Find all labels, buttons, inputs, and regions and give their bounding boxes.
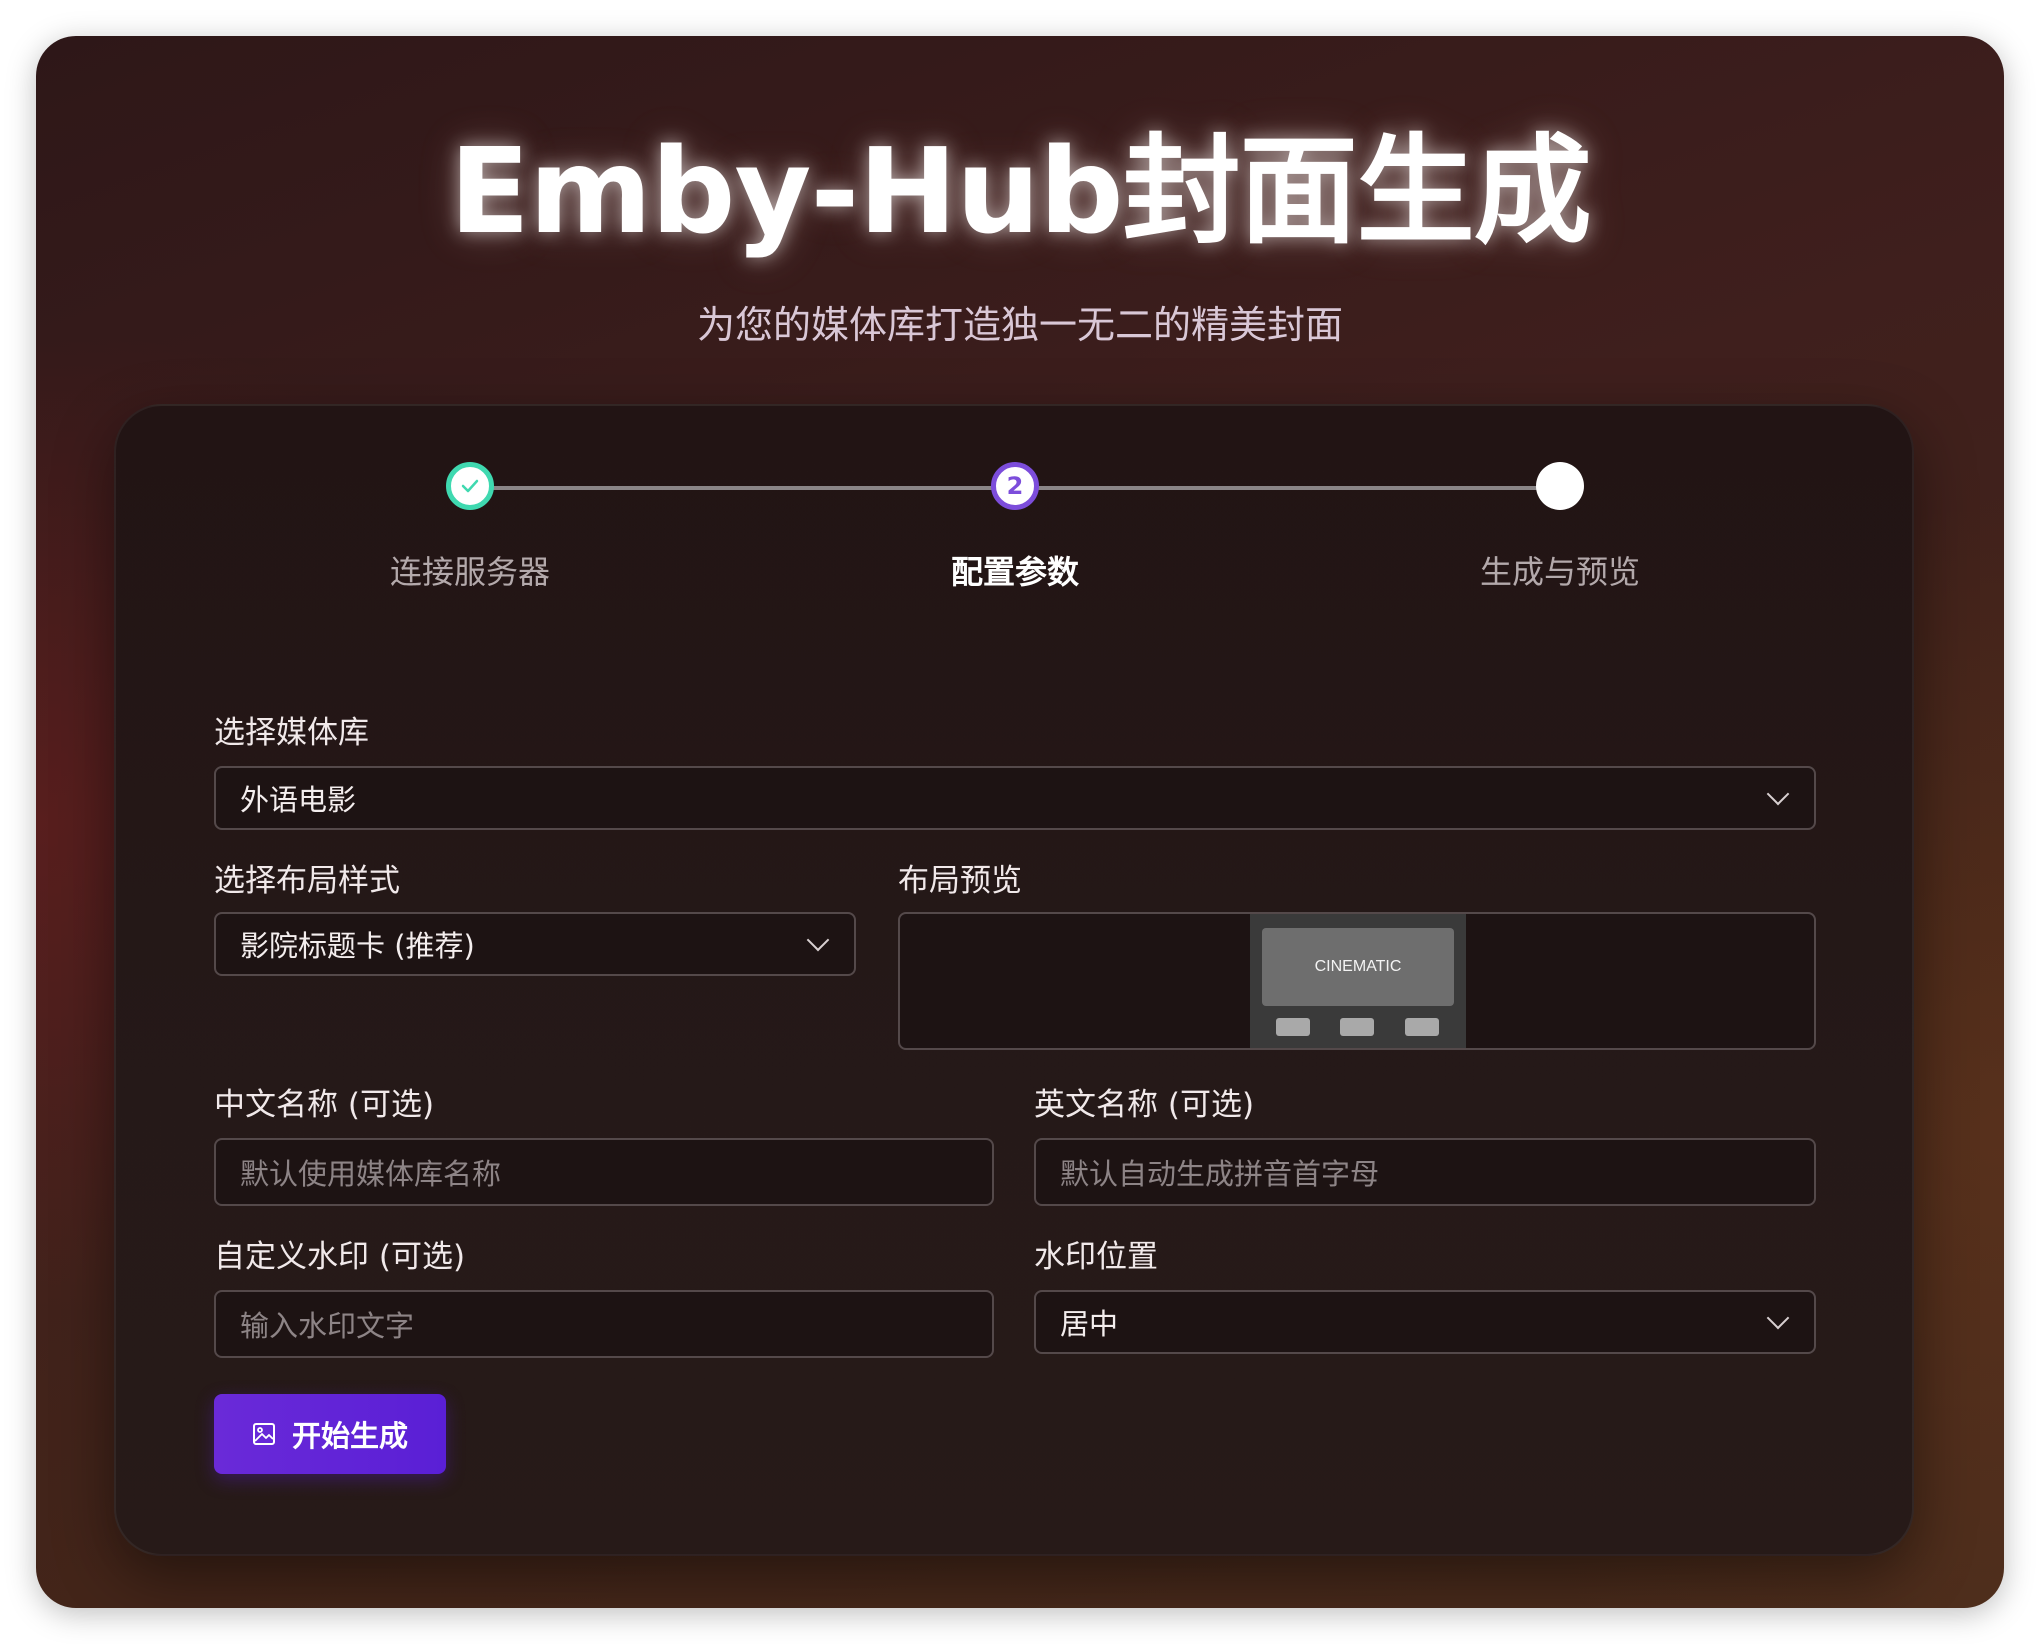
chevron-down-icon xyxy=(806,928,830,952)
thumbnail-block xyxy=(1276,1018,1310,1036)
app-window: Emby-Hub封面生成 为您的媒体库打造独一无二的精美封面 2 连接服务器 配… xyxy=(36,36,2004,1608)
watermark-input[interactable]: 输入水印文字 xyxy=(214,1290,994,1358)
thumbnail-block xyxy=(1405,1018,1439,1036)
thumbnail-block xyxy=(1340,1018,1374,1036)
watermark-position-label: 水印位置 xyxy=(1034,1239,1158,1275)
chevron-down-icon xyxy=(1766,782,1790,806)
layout-label: 选择布局样式 xyxy=(214,863,400,899)
watermark-position-select[interactable]: 居中 xyxy=(1034,1290,1816,1354)
layout-preview: CINEMATIC xyxy=(898,912,1816,1050)
library-select[interactable]: 外语电影 xyxy=(214,766,1816,830)
library-select-value: 外语电影 xyxy=(240,783,357,817)
library-label: 选择媒体库 xyxy=(214,715,369,751)
stepper-line-2 xyxy=(1031,486,1541,490)
watermark-position-value: 居中 xyxy=(1060,1307,1119,1341)
start-generate-label: 开始生成 xyxy=(291,1419,408,1453)
step-label-generate[interactable]: 生成与预览 xyxy=(1380,556,1740,588)
step-label-config[interactable]: 配置参数 xyxy=(835,556,1195,588)
page-title: Emby-Hub封面生成 xyxy=(449,122,1591,260)
page-subtitle: 为您的媒体库打造独一无二的精美封面 xyxy=(696,303,1343,347)
step-1-check-icon[interactable] xyxy=(446,462,494,510)
layout-preview-thumbnail: CINEMATIC xyxy=(1250,914,1466,1048)
step-label-connect[interactable]: 连接服务器 xyxy=(290,556,650,588)
watermark-label: 自定义水印 (可选) xyxy=(214,1239,466,1275)
layout-select[interactable]: 影院标题卡 (推荐) xyxy=(214,912,856,976)
config-card: 2 连接服务器 配置参数 生成与预览 选择媒体库 外语电影 选择布局样式 影院标… xyxy=(114,404,1914,1556)
check-icon xyxy=(461,479,479,493)
image-icon xyxy=(252,1423,275,1445)
step-3-indicator[interactable] xyxy=(1536,462,1584,510)
layout-select-value: 影院标题卡 (推荐) xyxy=(240,929,475,963)
cn-name-input[interactable]: 默认使用媒体库名称 xyxy=(214,1138,994,1206)
start-generate-button[interactable]: 开始生成 xyxy=(214,1394,446,1474)
step-2-indicator[interactable]: 2 xyxy=(991,462,1039,510)
chevron-down-icon xyxy=(1766,1306,1790,1330)
en-name-input[interactable]: 默认自动生成拼音首字母 xyxy=(1034,1138,1816,1206)
thumbnail-screen: CINEMATIC xyxy=(1262,928,1454,1006)
stepper-line-1 xyxy=(486,486,996,490)
cn-name-label: 中文名称 (可选) xyxy=(214,1087,435,1123)
en-name-label: 英文名称 (可选) xyxy=(1034,1087,1255,1123)
preview-label: 布局预览 xyxy=(898,863,1022,899)
